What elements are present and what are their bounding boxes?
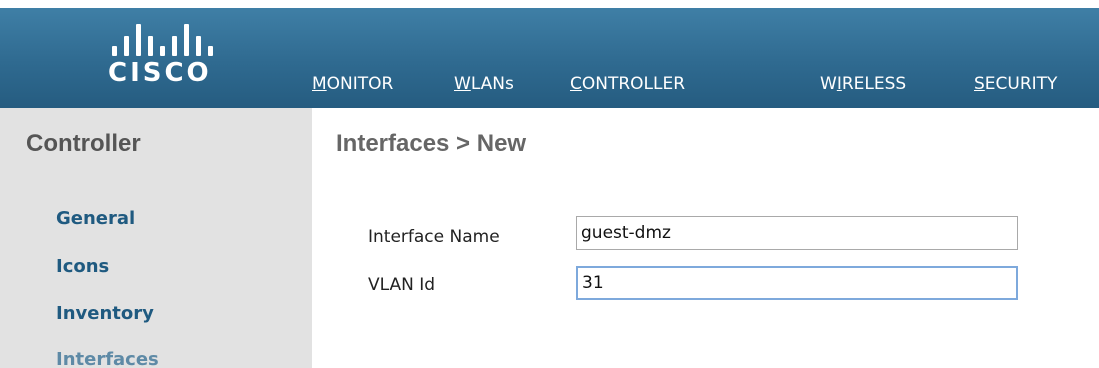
sidebar: Controller General Icons Inventory Inter… (0, 108, 312, 368)
sidebar-item-icons[interactable]: Icons (56, 256, 109, 277)
page-title: Interfaces > New (336, 130, 527, 157)
nav-controller[interactable]: CONTROLLER (570, 74, 685, 94)
top-banner: CISCO MONITOR WLANs CONTROLLER WIRELESS … (0, 8, 1099, 108)
sidebar-item-general[interactable]: General (56, 208, 135, 229)
sidebar-item-interfaces[interactable]: Interfaces (56, 349, 159, 368)
nav-monitor[interactable]: MONITOR (312, 74, 393, 94)
interface-name-label: Interface Name (368, 227, 500, 247)
vlan-id-input[interactable] (576, 266, 1018, 300)
cisco-bars-icon (112, 20, 232, 56)
cisco-logo: CISCO (90, 20, 260, 100)
sidebar-item-inventory[interactable]: Inventory (56, 303, 154, 324)
interface-name-input[interactable] (576, 216, 1018, 250)
sidebar-title: Controller (26, 130, 141, 157)
vlan-id-label: VLAN Id (368, 275, 436, 295)
nav-wlans[interactable]: WLANs (454, 74, 514, 94)
cisco-wordmark: CISCO (108, 58, 212, 88)
nav-security[interactable]: SECURITY (974, 74, 1057, 94)
nav-wireless[interactable]: WIRELESS (820, 74, 906, 94)
